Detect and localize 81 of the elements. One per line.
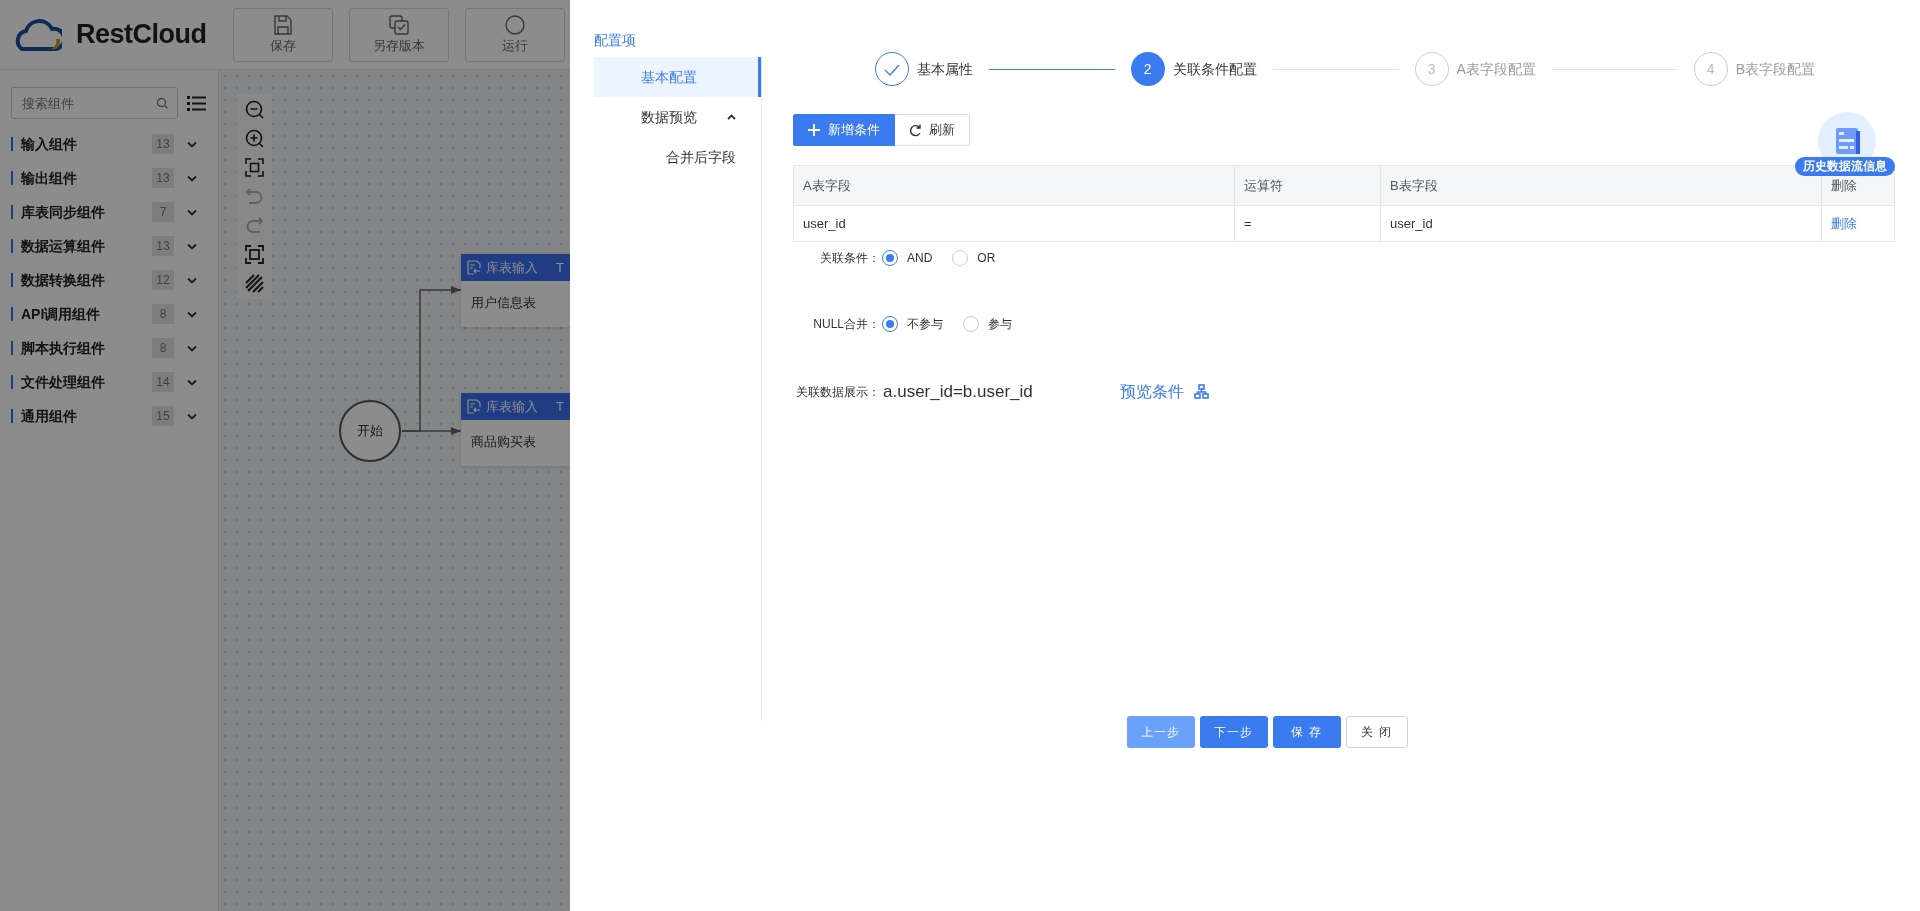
radio-option[interactable]: OR [952,249,996,267]
count-badge: 13 [152,236,174,256]
count-badge: 13 [152,168,174,188]
document-icon [467,399,481,414]
toolbar-button[interactable]: 运行 [465,7,565,62]
table-cell: = [1234,205,1381,242]
flow-node[interactable]: 库表输入 T 商品购买表 [461,393,570,466]
delete-link[interactable]: 删除 [1831,215,1857,231]
step-circle: 2 [1130,52,1165,86]
count-badge: 8 [152,338,174,358]
menu-title: 配置项 [594,31,637,50]
history-label: 历史数据流信息 [1795,157,1895,176]
chevron-down-icon[interactable] [187,310,197,318]
zoom-out-icon[interactable] [245,100,264,119]
node-title: 用户信息表 [470,294,537,312]
condition-expression: a.user_id=b.user_id [883,381,1034,403]
count-badge: 14 [152,372,174,392]
hierarchy-icon [1194,384,1209,400]
radio-button[interactable] [882,250,898,266]
refresh-button[interactable]: 刷新 [895,114,970,146]
search-icon [156,97,168,109]
node-tag: T [556,257,564,278]
chevron-down-icon[interactable] [187,140,197,148]
radio-option[interactable]: AND [882,249,933,267]
chevron-down-icon[interactable] [187,344,197,352]
column-header: A表字段 [793,165,1235,206]
caret-up-icon[interactable] [727,114,736,120]
node-title: 商品购买表 [470,433,537,451]
menu-item[interactable]: 基本配置 [594,57,761,97]
step-label: A表字段配置 [1456,59,1536,79]
chevron-down-icon[interactable] [187,412,197,420]
document-icon [467,260,481,275]
radio-option[interactable]: 参与 [963,315,1012,333]
footer-button[interactable]: 保 存 [1272,716,1341,748]
start-node[interactable]: 开始 [339,400,401,462]
logo-text: RestCloud [76,18,207,52]
node-type-label: 库表输入 [486,258,538,277]
preview-link[interactable]: 预览条件 [1120,379,1209,404]
add-condition-button[interactable]: 新增条件 [793,114,895,146]
chevron-down-icon[interactable] [187,174,197,182]
count-badge: 8 [152,304,174,324]
table-cell: user_id [793,205,1235,242]
count-badge: 12 [152,270,174,290]
table-cell: user_id [1380,205,1822,242]
field-label: NULL合并： [812,316,880,333]
count-badge: 13 [152,134,174,154]
toolbar-button[interactable]: 另存版本 [349,7,449,62]
column-header: 运算符 [1234,165,1381,206]
copy-check-icon [388,13,410,36]
menu-item[interactable]: 合并后字段 [594,137,761,177]
footer-button[interactable]: 关 闭 [1345,716,1408,748]
step-label: 关联条件配置 [1172,59,1257,79]
circle-icon [504,13,526,36]
radio-button[interactable] [882,316,898,332]
search-field[interactable]: 搜索组件 [11,87,178,119]
menu-item[interactable]: 数据预览 [594,97,761,137]
step-label: B表字段配置 [1735,59,1815,79]
chevron-down-icon[interactable] [187,378,197,386]
step-label: 基本属性 [917,59,973,79]
fit-view-icon[interactable] [245,158,264,177]
check-icon [884,62,900,76]
count-badge: 15 [152,406,174,426]
toolbar-button[interactable]: 保存 [233,7,333,62]
node-tag: T [556,396,564,417]
chevron-down-icon[interactable] [187,276,197,284]
plus-icon [808,124,820,136]
document-icon [1834,128,1860,154]
field-label: 关联条件： [819,250,880,267]
flow-node[interactable]: 库表输入 T 用户信息表 [461,254,570,327]
chevron-down-icon[interactable] [187,242,197,250]
node-type-label: 库表输入 [486,397,538,416]
radio-option[interactable]: 不参与 [882,315,943,333]
chevron-down-icon[interactable] [187,208,197,216]
zoom-in-icon[interactable] [245,129,264,148]
field-label: 关联数据展示： [795,383,880,401]
list-icon[interactable] [187,94,206,112]
hatch-icon[interactable] [245,274,264,293]
footer-button[interactable]: 下一步 [1199,716,1268,748]
refresh-icon [909,123,921,137]
fullscreen-icon[interactable] [245,245,264,264]
count-badge: 7 [152,202,174,222]
